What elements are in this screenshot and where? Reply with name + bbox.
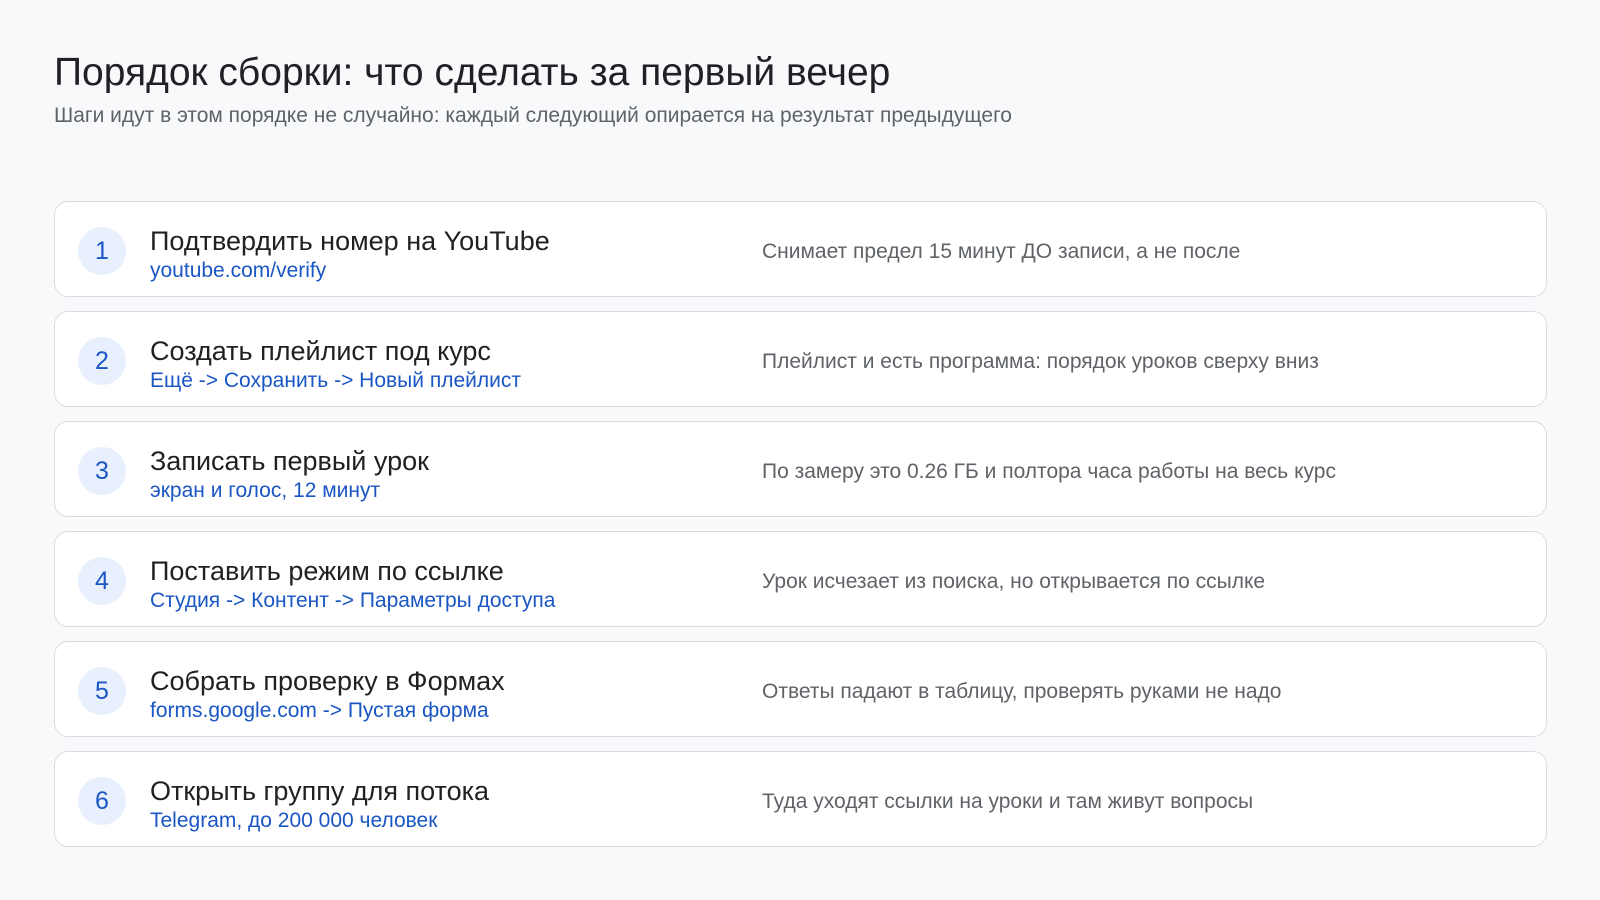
step-path-link[interactable]: экран и голос, 12 минут [150,478,730,504]
step-card: 2 Создать плейлист под курс Ещё -> Сохра… [54,311,1547,407]
step-text: Собрать проверку в Формах forms.google.c… [150,664,730,724]
slide: Порядок сборки: что сделать за первый ве… [0,0,1600,900]
step-title: Записать первый урок [150,446,429,476]
step-note: Плейлист и есть программа: порядок уроко… [762,350,1319,373]
step-title: Подтвердить номер на YouTube [150,226,550,256]
page-title: Порядок сборки: что сделать за первый ве… [54,51,891,94]
step-card: 3 Записать первый урок экран и голос, 12… [54,421,1547,517]
step-number-badge: 1 [78,227,126,275]
step-path-link[interactable]: Telegram, до 200 000 человек [150,808,730,834]
step-number-badge: 4 [78,557,126,605]
step-text: Поставить режим по ссылке Студия -> Конт… [150,554,730,614]
step-path-link[interactable]: youtube.com/verify [150,258,730,284]
step-note: Снимает предел 15 минут ДО записи, а не … [762,240,1241,263]
step-number-badge: 6 [78,777,126,825]
step-path-link[interactable]: Ещё -> Сохранить -> Новый плейлист [150,368,730,394]
step-text: Записать первый урок экран и голос, 12 м… [150,444,730,504]
step-text: Подтвердить номер на YouTube youtube.com… [150,224,730,284]
step-number-badge: 2 [78,337,126,385]
step-note: Ответы падают в таблицу, проверять рукам… [762,680,1282,703]
step-title: Собрать проверку в Формах [150,666,505,696]
step-note: По замеру это 0.26 ГБ и полтора часа раб… [762,460,1336,483]
step-title: Создать плейлист под курс [150,336,491,366]
step-card: 1 Подтвердить номер на YouTube youtube.c… [54,201,1547,297]
step-path-link[interactable]: forms.google.com -> Пустая форма [150,698,730,724]
step-card: 5 Собрать проверку в Формах forms.google… [54,641,1547,737]
step-number-badge: 3 [78,447,126,495]
step-card: 6 Открыть группу для потока Telegram, до… [54,751,1547,847]
steps-list: 1 Подтвердить номер на YouTube youtube.c… [54,201,1547,861]
step-title: Открыть группу для потока [150,776,490,806]
step-note: Урок исчезает из поиска, но открывается … [762,570,1266,593]
step-note: Туда уходят ссылки на уроки и там живут … [762,790,1254,813]
step-card: 4 Поставить режим по ссылке Студия -> Ко… [54,531,1547,627]
step-text: Создать плейлист под курс Ещё -> Сохрани… [150,334,730,394]
step-path-link[interactable]: Студия -> Контент -> Параметры доступа [150,588,730,614]
step-number-badge: 5 [78,667,126,715]
step-title: Поставить режим по ссылке [150,556,504,586]
step-text: Открыть группу для потока Telegram, до 2… [150,774,730,834]
page-subtitle: Шаги идут в этом порядке не случайно: ка… [54,104,1012,127]
